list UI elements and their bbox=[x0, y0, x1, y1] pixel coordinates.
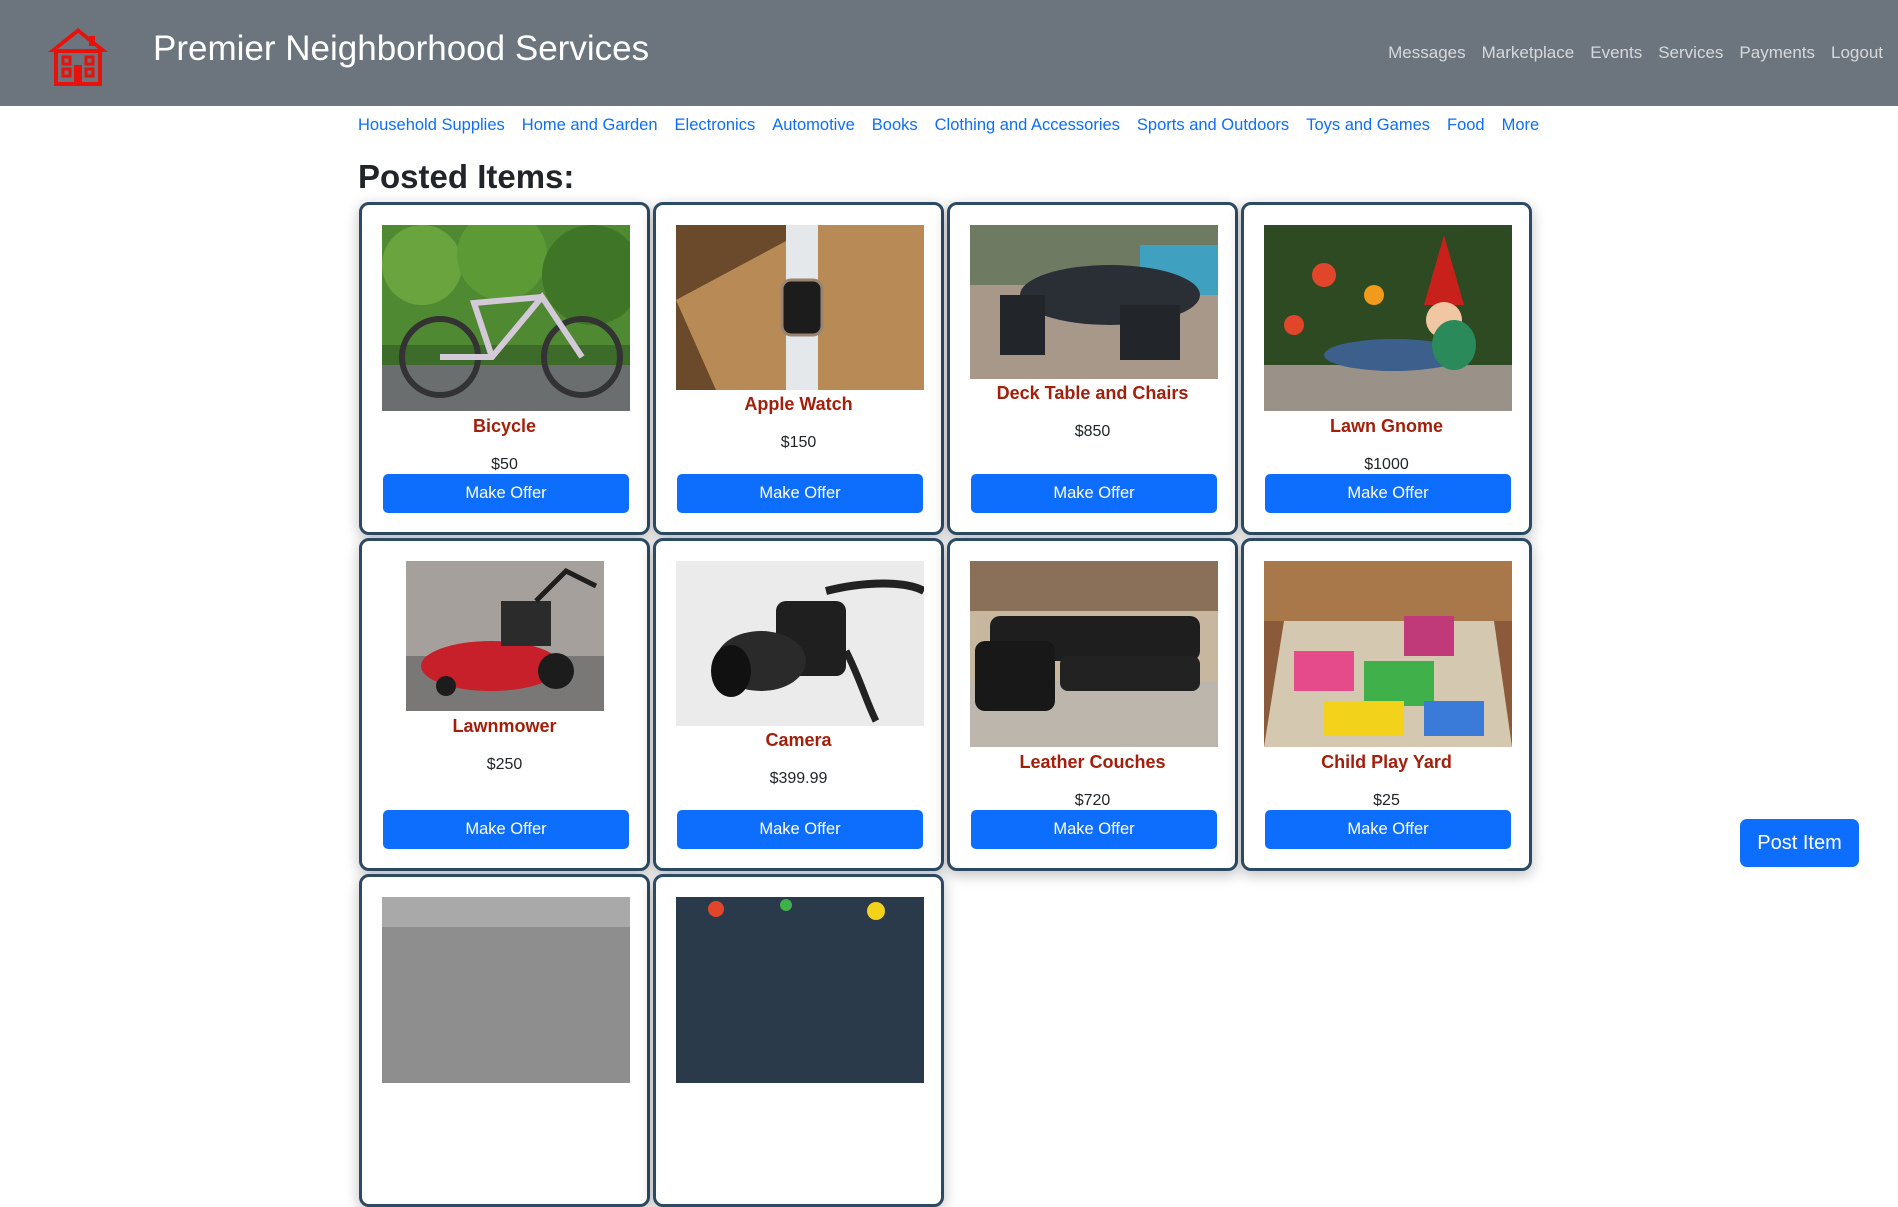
items-grid: Bicycle $50 Make Offer Apple Watch $150 … bbox=[359, 202, 1535, 1207]
item-photo[interactable] bbox=[382, 225, 630, 411]
make-offer-button[interactable]: Make Offer bbox=[383, 474, 629, 513]
section-title: Posted Items: bbox=[358, 158, 575, 195]
make-offer-button[interactable]: Make Offer bbox=[1265, 810, 1511, 849]
item-price: $720 bbox=[1074, 792, 1111, 809]
item-card: Camera $399.99 Make Offer bbox=[653, 538, 944, 871]
item-price: $399.99 bbox=[769, 770, 828, 787]
nav-logout[interactable]: Logout bbox=[1823, 43, 1891, 63]
top-nav: Messages Marketplace Events Services Pay… bbox=[1380, 43, 1891, 63]
item-name[interactable]: Lawn Gnome bbox=[1244, 416, 1529, 437]
category-bar: Household Supplies Home and Garden Elect… bbox=[358, 116, 1539, 135]
nav-payments[interactable]: Payments bbox=[1731, 43, 1823, 63]
house-icon[interactable] bbox=[46, 24, 110, 86]
item-photo[interactable] bbox=[676, 561, 924, 726]
item-photo[interactable] bbox=[382, 897, 630, 1083]
item-card bbox=[359, 874, 650, 1207]
site-title[interactable]: Premier Neighborhood Services bbox=[153, 29, 649, 69]
item-price: $1000 bbox=[1364, 456, 1409, 473]
item-photo[interactable] bbox=[676, 225, 924, 390]
item-price: $850 bbox=[1074, 423, 1111, 440]
item-card bbox=[653, 874, 944, 1207]
category-books[interactable]: Books bbox=[872, 116, 918, 135]
item-photo[interactable] bbox=[970, 561, 1218, 747]
make-offer-button[interactable]: Make Offer bbox=[677, 474, 923, 513]
category-sports-and-outdoors[interactable]: Sports and Outdoors bbox=[1137, 116, 1289, 135]
item-price: $25 bbox=[1373, 792, 1400, 809]
nav-services[interactable]: Services bbox=[1650, 43, 1731, 63]
top-navbar: Premier Neighborhood Services Messages M… bbox=[0, 0, 1898, 106]
item-name[interactable]: Leather Couches bbox=[950, 752, 1235, 773]
item-card: Leather Couches $720 Make Offer bbox=[947, 538, 1238, 871]
category-home-and-garden[interactable]: Home and Garden bbox=[522, 116, 658, 135]
nav-marketplace[interactable]: Marketplace bbox=[1474, 43, 1583, 63]
item-name[interactable]: Bicycle bbox=[362, 416, 647, 437]
category-food[interactable]: Food bbox=[1447, 116, 1485, 135]
item-photo[interactable] bbox=[406, 561, 604, 711]
make-offer-button[interactable]: Make Offer bbox=[971, 810, 1217, 849]
item-price: $250 bbox=[486, 756, 523, 773]
category-household-supplies[interactable]: Household Supplies bbox=[358, 116, 505, 135]
item-photo[interactable] bbox=[1264, 561, 1512, 747]
make-offer-button[interactable]: Make Offer bbox=[677, 810, 923, 849]
post-item-button[interactable]: Post Item bbox=[1740, 819, 1859, 867]
make-offer-button[interactable]: Make Offer bbox=[1265, 474, 1511, 513]
category-automotive[interactable]: Automotive bbox=[772, 116, 855, 135]
item-name[interactable]: Apple Watch bbox=[656, 394, 941, 415]
nav-events[interactable]: Events bbox=[1582, 43, 1650, 63]
category-electronics[interactable]: Electronics bbox=[675, 116, 756, 135]
make-offer-button[interactable]: Make Offer bbox=[383, 810, 629, 849]
category-more[interactable]: More bbox=[1502, 116, 1540, 135]
category-toys-and-games[interactable]: Toys and Games bbox=[1306, 116, 1430, 135]
nav-messages[interactable]: Messages bbox=[1380, 43, 1473, 63]
item-card: Bicycle $50 Make Offer bbox=[359, 202, 650, 535]
item-card: Lawnmower $250 Make Offer bbox=[359, 538, 650, 871]
item-card: Apple Watch $150 Make Offer bbox=[653, 202, 944, 535]
item-photo[interactable] bbox=[1264, 225, 1512, 411]
item-price: $150 bbox=[780, 434, 817, 451]
item-name[interactable]: Camera bbox=[656, 730, 941, 751]
item-name[interactable]: Child Play Yard bbox=[1244, 752, 1529, 773]
item-name[interactable]: Lawnmower bbox=[362, 716, 647, 737]
category-clothing-and-accessories[interactable]: Clothing and Accessories bbox=[935, 116, 1120, 135]
item-photo[interactable] bbox=[970, 225, 1218, 379]
item-name[interactable]: Deck Table and Chairs bbox=[950, 383, 1235, 404]
item-card: Deck Table and Chairs $850 Make Offer bbox=[947, 202, 1238, 535]
item-card: Child Play Yard $25 Make Offer bbox=[1241, 538, 1532, 871]
item-price: $50 bbox=[491, 456, 518, 473]
item-card: Lawn Gnome $1000 Make Offer bbox=[1241, 202, 1532, 535]
item-photo[interactable] bbox=[676, 897, 924, 1083]
make-offer-button[interactable]: Make Offer bbox=[971, 474, 1217, 513]
